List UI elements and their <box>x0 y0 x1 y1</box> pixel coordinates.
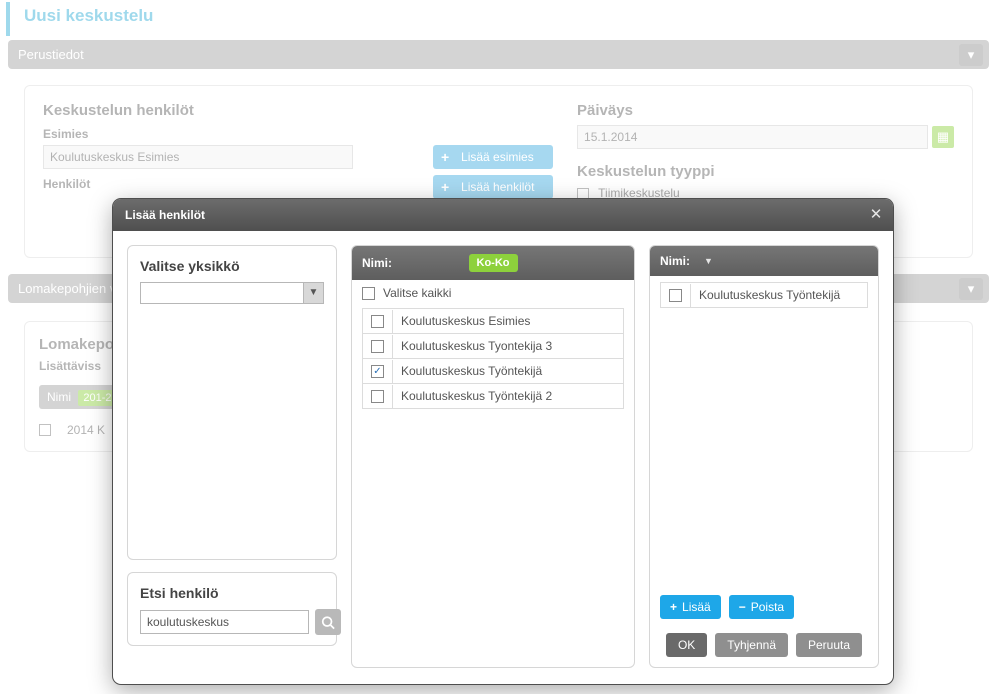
list-item[interactable]: Koulutuskeskus Työntekijä 2 <box>362 384 624 409</box>
checkbox-icon[interactable]: ✓ <box>371 365 384 378</box>
remove-button[interactable]: −Poista <box>729 595 794 619</box>
available-list: Koulutuskeskus Esimies Koulutuskeskus Ty… <box>352 302 634 667</box>
col-nimi: Nimi: <box>660 254 690 268</box>
select-all-row[interactable]: Valitse kaikki <box>352 280 634 302</box>
koko-tag: Ko-Ko <box>469 254 518 272</box>
selected-list-header[interactable]: Nimi: ▼ <box>650 246 878 276</box>
list-item-label: Koulutuskeskus Työntekijä 2 <box>393 384 623 408</box>
search-input[interactable] <box>140 610 309 634</box>
unit-heading: Valitse yksikkö <box>140 258 324 274</box>
unit-box: Valitse yksikkö ▼ <box>127 245 337 560</box>
sort-icon: ▼ <box>704 256 713 266</box>
list-item[interactable]: Koulutuskeskus Tyontekija 3 <box>362 334 624 359</box>
search-button[interactable] <box>315 609 341 635</box>
cancel-button[interactable]: Peruuta <box>796 633 862 657</box>
list-item-label: Koulutuskeskus Työntekijä <box>691 283 867 307</box>
clear-button[interactable]: Tyhjennä <box>715 633 788 657</box>
checkbox-icon[interactable] <box>371 390 384 403</box>
checkbox-icon[interactable] <box>371 340 384 353</box>
list-item-label: Koulutuskeskus Esimies <box>393 309 623 333</box>
col-nimi: Nimi: <box>362 256 392 270</box>
checkbox-icon[interactable] <box>371 315 384 328</box>
add-label: Lisää <box>682 600 711 614</box>
list-item[interactable]: Koulutuskeskus Työntekijä <box>660 282 868 308</box>
remove-label: Poista <box>751 600 784 614</box>
close-icon[interactable]: ✕ <box>865 204 887 226</box>
unit-select[interactable]: ▼ <box>140 282 324 304</box>
list-item-label: Koulutuskeskus Tyontekija 3 <box>393 334 623 358</box>
list-item-label: Koulutuskeskus Työntekijä <box>393 359 623 383</box>
ok-button[interactable]: OK <box>666 633 707 657</box>
checkbox-icon[interactable] <box>669 289 682 302</box>
available-list-box: Nimi: Ko-Ko Valitse kaikki Koulutuskesku… <box>351 245 635 668</box>
dialog-title: Lisää henkilöt <box>113 199 893 231</box>
search-icon <box>321 615 335 630</box>
checkbox-icon[interactable] <box>362 287 375 300</box>
search-box: Etsi henkilö <box>127 572 337 646</box>
list-item[interactable]: Koulutuskeskus Esimies <box>362 308 624 334</box>
select-all-label: Valitse kaikki <box>383 286 451 300</box>
list-item[interactable]: ✓ Koulutuskeskus Työntekijä <box>362 359 624 384</box>
available-list-header[interactable]: Nimi: Ko-Ko <box>352 246 634 280</box>
add-button[interactable]: + Lisää <box>660 595 721 619</box>
plus-icon: + <box>670 600 677 614</box>
search-heading: Etsi henkilö <box>140 585 324 601</box>
add-persons-dialog: Lisää henkilöt ✕ Valitse yksikkö ▼ Etsi … <box>113 199 893 684</box>
chevron-down-icon: ▼ <box>303 283 323 303</box>
minus-icon: − <box>739 600 746 614</box>
selected-list: Koulutuskeskus Työntekijä <box>650 276 878 587</box>
selected-list-box: Nimi: ▼ Koulutuskeskus Työntekijä + Lisää… <box>649 245 879 668</box>
